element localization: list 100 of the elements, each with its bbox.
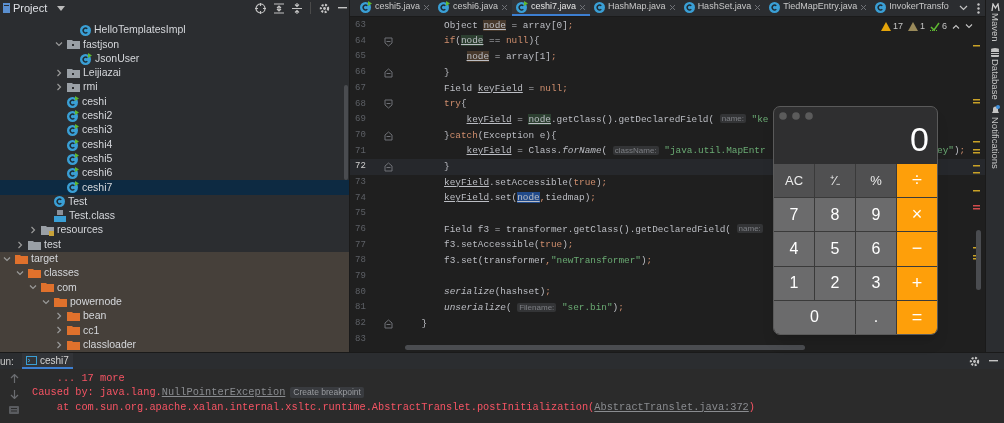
line-number: 77 [354, 238, 367, 252]
line-number: 80 [354, 285, 367, 299]
locate-icon[interactable] [255, 2, 266, 14]
soft-wrap-icon[interactable] [9, 406, 19, 414]
code-line: f3.set(transformer,"newTransformer"); [443, 254, 653, 269]
window-controls-icon[interactable] [779, 112, 813, 120]
source-link[interactable]: AbstractTranslet.java:372 [594, 399, 749, 415]
settings-icon[interactable] [969, 355, 980, 367]
calculator-key[interactable]: % [856, 164, 896, 198]
calculator-key[interactable]: 8 [815, 198, 855, 232]
scrollbar-thumb[interactable] [976, 230, 981, 290]
up-arrow-icon[interactable] [9, 374, 19, 383]
calculator-key[interactable]: 7 [774, 198, 814, 232]
scrollbar-thumb[interactable] [405, 345, 805, 350]
close-icon[interactable] [668, 3, 676, 11]
minimize-icon[interactable] [989, 360, 998, 362]
fold-icon[interactable] [384, 99, 393, 110]
fold-end-icon[interactable] [384, 67, 393, 78]
source-link[interactable]: NullPointerException [161, 385, 286, 401]
inspection-counter[interactable]: 1 [907, 20, 925, 34]
tree-item[interactable]: ceshi [0, 94, 349, 109]
tree-item[interactable]: com [0, 280, 349, 295]
calculator-key[interactable]: 6 [856, 232, 896, 266]
tool-window-button[interactable]: Maven [989, 3, 1001, 42]
code-line: serialize(hashset); [443, 285, 551, 300]
tree-item[interactable]: ceshi3 [0, 123, 349, 138]
close-icon[interactable] [423, 3, 431, 11]
editor-tab[interactable]: ceshi7.java [512, 0, 591, 16]
code-line: node = array[1]; [465, 50, 557, 65]
tree-item[interactable]: Leijiazai [0, 65, 349, 81]
fold-end-icon[interactable] [384, 162, 393, 173]
inspection-counter[interactable]: 6 [930, 20, 947, 34]
close-icon[interactable] [501, 3, 509, 11]
editor-tab[interactable]: HashMap.java [590, 0, 680, 16]
run-tab[interactable]: ceshi7 [22, 353, 73, 369]
create-breakpoint-button[interactable]: Create breakpoint [290, 387, 364, 399]
runnable-class-icon [67, 152, 79, 165]
inspection-counter[interactable]: 17 [880, 20, 903, 34]
console-line: Caused by: java.lang.NullPointerException Create breakpoint [32, 385, 755, 400]
tree-item[interactable]: ceshi6 [0, 165, 349, 181]
previous-icon[interactable] [952, 24, 960, 30]
tree-item[interactable]: test [0, 237, 349, 252]
close-icon[interactable] [860, 3, 868, 11]
close-icon[interactable] [579, 3, 587, 11]
expand-all-icon[interactable] [274, 2, 284, 14]
tool-window-button[interactable]: Notifications [989, 105, 1001, 169]
editor-tab[interactable]: HashSet.java [679, 0, 766, 16]
tree-item[interactable]: ceshi7 [0, 180, 349, 195]
line-number: 71 [354, 144, 367, 158]
tree-item[interactable]: ceshi2 [0, 108, 349, 124]
tree-item[interactable]: resources [0, 223, 349, 238]
tree-item[interactable]: Test.class [0, 208, 349, 224]
close-icon[interactable] [754, 3, 762, 11]
tree-item[interactable]: ceshi4 [0, 137, 349, 152]
tree-item[interactable]: Test [0, 194, 349, 209]
fold-end-icon[interactable] [384, 318, 393, 329]
calculator-key[interactable]: 0 [774, 300, 855, 334]
line-number: 66 [354, 66, 367, 80]
tree-item[interactable]: fastjson [0, 37, 349, 52]
settings-icon[interactable] [319, 2, 330, 14]
line-number: 67 [354, 81, 367, 95]
calculator-key[interactable]: 4 [774, 232, 814, 266]
calculator-key[interactable]: 5 [815, 232, 855, 266]
tree-item[interactable]: cc1 [0, 323, 349, 338]
calculator-key[interactable]: AC [774, 164, 814, 198]
code-line: ey"); [937, 144, 966, 159]
tree-item[interactable]: classes [0, 266, 349, 281]
calculator-key[interactable]: 2 [815, 266, 855, 300]
tree-item[interactable]: target [0, 251, 349, 267]
line-number: 72 [354, 160, 367, 174]
editor-tab[interactable]: ceshi6.java [434, 0, 513, 16]
code-line: try{ [443, 97, 467, 112]
fold-icon[interactable] [384, 36, 393, 47]
project-view-dropdown[interactable]: Project [13, 0, 66, 17]
line-number: 70 [354, 128, 367, 142]
scrollbar-thumb[interactable] [344, 85, 348, 180]
tree-item[interactable]: JsonUser [0, 51, 349, 66]
runnable-class-icon [67, 167, 79, 180]
chevron-down-icon[interactable] [959, 5, 968, 11]
calculator-key[interactable]: . [856, 300, 896, 334]
runnable-class-icon [438, 1, 451, 13]
tree-item[interactable]: ceshi5 [0, 151, 349, 166]
more-icon[interactable] [977, 2, 980, 14]
class-icon [54, 196, 65, 208]
editor-tab[interactable]: TiedMapEntry.java [765, 0, 872, 16]
calculator-key[interactable]: ⁺⁄₋ [815, 164, 855, 198]
calculator-key[interactable]: 9 [856, 198, 896, 232]
editor-tab[interactable]: ceshi5.java [356, 0, 435, 16]
minimize-icon[interactable] [338, 7, 347, 9]
next-icon[interactable] [965, 24, 973, 30]
tool-window-button[interactable]: Database [989, 47, 1001, 100]
down-arrow-icon[interactable] [9, 390, 19, 399]
editor-tab[interactable]: InvokerTransfo [871, 0, 953, 16]
calculator-key[interactable]: 3 [856, 266, 896, 300]
calculator-key[interactable]: 1 [774, 266, 814, 300]
fold-end-icon[interactable] [384, 130, 393, 141]
tree-item[interactable]: rmi [0, 80, 349, 95]
tree-item[interactable]: HelloTemplatesImpl [0, 23, 349, 38]
line-number: 79 [354, 270, 367, 284]
collapse-all-icon[interactable] [292, 2, 302, 14]
